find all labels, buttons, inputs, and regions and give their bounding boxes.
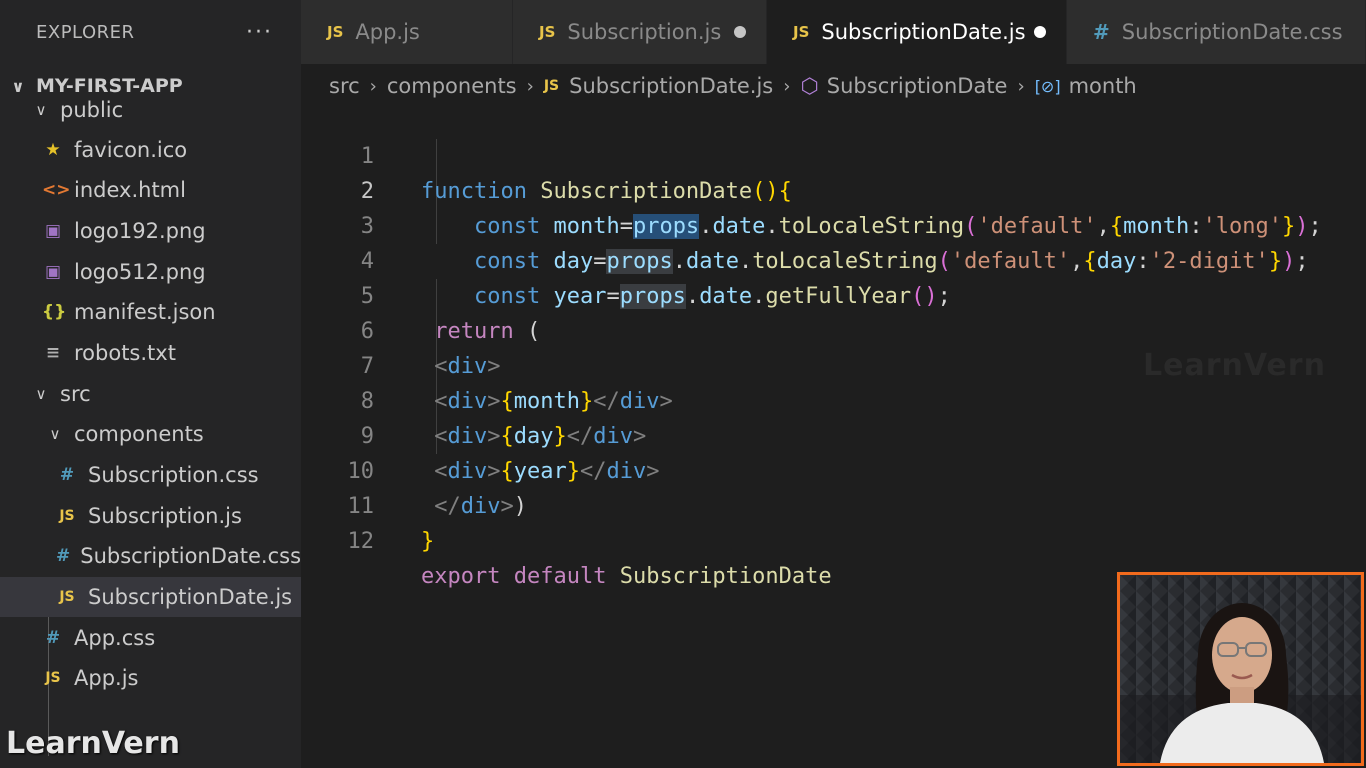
tab-label: App.js	[355, 20, 420, 44]
unsaved-dot-icon[interactable]	[1034, 26, 1046, 38]
variable-symbol-icon: [⊘]	[1034, 76, 1061, 96]
breadcrumb-item[interactable]: SubscriptionDate.js	[569, 74, 773, 98]
tree-file-subscription-js[interactable]: JS Subscription.js	[0, 496, 301, 536]
editor-tab-bar: JS App.js JS Subscription.js JS Subscrip…	[301, 0, 1366, 64]
tree-file-app-js[interactable]: JS App.js	[0, 658, 301, 698]
explorer-title: EXPLORER	[36, 21, 135, 43]
code-line: 12 export default SubscriptionDate	[301, 489, 1366, 589]
css-icon: #	[1093, 20, 1110, 44]
html-icon: <>	[42, 180, 71, 200]
tree-item-label: favicon.ico	[74, 138, 188, 162]
code-line: 4 const year=props.date.getFullYear();	[301, 209, 1366, 309]
js-icon: JS	[59, 508, 75, 524]
tree-file-robots[interactable]: ≡ robots.txt	[0, 333, 301, 373]
tree-file-logo512[interactable]: ▣ logo512.png	[0, 252, 301, 292]
chevron-right-icon: ›	[783, 75, 791, 97]
tree-item-label: robots.txt	[74, 341, 176, 365]
watermark: LearnVern	[1143, 348, 1326, 383]
js-icon: JS	[327, 23, 344, 41]
webcam-overlay	[1117, 572, 1364, 766]
json-icon: {}	[42, 302, 67, 322]
code-line: 11 }	[301, 454, 1366, 554]
js-icon: JS	[543, 78, 560, 94]
css-icon: #	[45, 628, 61, 648]
tree-item-label: index.html	[74, 178, 186, 202]
tree-item-label: SubscriptionDate.js	[88, 585, 293, 609]
js-icon: JS	[45, 670, 61, 686]
tree-folder-public[interactable]: ∨ public	[0, 90, 301, 130]
line-number: 12	[347, 529, 375, 554]
chevron-down-icon: ∨	[35, 101, 47, 119]
tab-subscriptiondate-css[interactable]: # SubscriptionDate.css	[1067, 0, 1366, 64]
breadcrumb: src › components › JS SubscriptionDate.j…	[329, 68, 1137, 104]
code-line-current: 2 const month=props.date.toLocaleString(…	[301, 139, 1366, 239]
breadcrumb-item[interactable]: SubscriptionDate	[827, 74, 1008, 98]
code-line: 9 <div>{year}</div>	[301, 384, 1366, 484]
tree-item-label: components	[74, 422, 204, 446]
breadcrumb-item[interactable]: src	[329, 74, 360, 98]
tree-file-favicon[interactable]: ★ favicon.ico	[0, 130, 301, 170]
css-icon: #	[56, 546, 71, 566]
code-line: 3 const day=props.date.toLocaleString('d…	[301, 174, 1366, 274]
tree-item-label: src	[60, 382, 91, 406]
css-icon: #	[59, 465, 75, 485]
unsaved-dot-icon[interactable]	[734, 26, 746, 38]
tree-item-label: logo192.png	[74, 219, 206, 243]
tree-item-label: Subscription.css	[88, 463, 259, 487]
text-file-icon: ≡	[45, 343, 61, 363]
tree-file-index-html[interactable]: <> index.html	[0, 170, 301, 210]
tree-file-logo192[interactable]: ▣ logo192.png	[0, 211, 301, 251]
tab-subscription-js[interactable]: JS Subscription.js	[513, 0, 767, 64]
tree-item-label: manifest.json	[74, 300, 216, 324]
code-text: export default SubscriptionDate	[421, 564, 832, 589]
tab-subscriptiondate-js[interactable]: JS SubscriptionDate.js	[767, 0, 1067, 64]
tree-folder-components[interactable]: ∨ components	[0, 414, 301, 454]
more-actions-icon[interactable]: ···	[246, 20, 273, 45]
code-line: 1 function SubscriptionDate(){	[301, 104, 1366, 204]
js-icon: JS	[539, 23, 556, 41]
explorer-sidebar: EXPLORER ··· ∨ MY-FIRST-APP ∨ public ★ f…	[0, 0, 301, 768]
tree-item-label: Subscription.js	[88, 504, 242, 528]
tab-label: Subscription.js	[567, 20, 722, 44]
star-icon: ★	[45, 140, 61, 160]
code-line: 5 return (	[301, 244, 1366, 344]
tree-file-app-css[interactable]: # App.css	[0, 618, 301, 658]
tree-item-label: App.css	[74, 626, 156, 650]
chevron-down-icon: ∨	[49, 425, 61, 443]
tree-file-subscriptiondate-css[interactable]: # SubscriptionDate.css	[0, 536, 301, 576]
chevron-right-icon: ›	[1017, 75, 1025, 97]
chevron-down-icon: ∨	[35, 385, 47, 403]
breadcrumb-item[interactable]: month	[1069, 74, 1137, 98]
tree-file-manifest[interactable]: {} manifest.json	[0, 292, 301, 332]
tree-item-label: public	[60, 98, 124, 122]
code-line: 6 <div>	[301, 279, 1366, 379]
tree-folder-src[interactable]: ∨ src	[0, 374, 301, 414]
tree-file-subscriptiondate-js[interactable]: JS SubscriptionDate.js	[0, 577, 301, 617]
tree-item-label: App.js	[74, 666, 139, 690]
js-icon: JS	[59, 589, 75, 605]
tab-label: SubscriptionDate.js	[821, 20, 1026, 44]
breadcrumb-item[interactable]: components	[387, 74, 517, 98]
tree-file-subscription-css[interactable]: # Subscription.css	[0, 455, 301, 495]
image-icon: ▣	[44, 221, 62, 241]
tree-item-label: SubscriptionDate.css	[80, 544, 302, 568]
tree-item-label: logo512.png	[74, 260, 206, 284]
tab-label: SubscriptionDate.css	[1121, 20, 1343, 44]
brand-logo: LearnVern	[6, 726, 180, 761]
chevron-right-icon: ›	[369, 75, 377, 97]
presenter-video	[1120, 575, 1361, 763]
cube-symbol-icon: ⬡	[800, 74, 819, 98]
code-text: }	[421, 529, 435, 554]
code-line: 10 </div>)	[301, 419, 1366, 519]
tab-app-js[interactable]: JS App.js	[301, 0, 513, 64]
code-line: 7 <div>{month}</div>	[301, 314, 1366, 414]
image-icon: ▣	[44, 262, 62, 282]
js-icon: JS	[793, 23, 810, 41]
chevron-right-icon: ›	[526, 75, 534, 97]
explorer-header: EXPLORER ···	[0, 0, 301, 64]
